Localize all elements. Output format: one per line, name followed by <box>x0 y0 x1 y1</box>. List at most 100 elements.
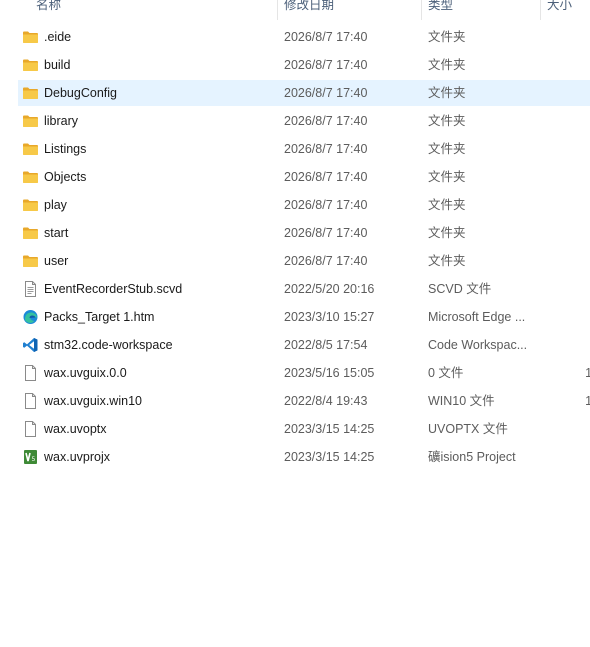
column-divider[interactable] <box>421 0 422 20</box>
blank-file-icon <box>22 365 39 381</box>
file-date-modified: 2022/8/5 17:54 <box>284 338 368 352</box>
file-date-modified: 2026/8/7 17:40 <box>284 30 368 44</box>
keil-project-icon: 5 <box>22 449 39 465</box>
file-name: build <box>44 58 71 72</box>
file-date-modified: 2026/8/7 17:40 <box>284 142 368 156</box>
svg-text:5: 5 <box>32 456 36 463</box>
file-size: 1 <box>546 276 590 302</box>
file-name: library <box>44 114 79 128</box>
folder-icon <box>22 85 39 101</box>
file-list-row[interactable]: Objects 2026/8/7 17:40 文件夹 <box>18 164 590 190</box>
file-date-modified: 2026/8/7 17:40 <box>284 170 368 184</box>
file-size <box>546 136 590 162</box>
file-date-modified: 2026/8/7 17:40 <box>284 198 368 212</box>
folder-icon <box>22 141 39 157</box>
file-list-row[interactable]: play 2026/8/7 17:40 文件夹 <box>18 192 590 218</box>
file-size: 179 <box>585 366 590 380</box>
file-size: 176 <box>585 394 590 408</box>
file-explorer: 名称 修改日期 类型 大小 .eide 2026/8/7 17:40 文件夹 buil… <box>0 0 590 647</box>
file-size <box>546 220 590 246</box>
file-list-row[interactable]: stm32.code-workspace 2022/8/5 17:54 Code W… <box>18 332 590 358</box>
blank-file-icon <box>22 421 39 437</box>
file-size: 10 <box>546 304 590 330</box>
file-date-modified: 2026/8/7 17:40 <box>284 226 368 240</box>
file-date-modified: 2023/3/15 14:25 <box>284 422 375 436</box>
file-list-row[interactable]: Packs_Target 1.htm 2023/3/10 15:27 Microso… <box>18 304 590 330</box>
column-header-bar: 名称 修改日期 类型 大小 <box>0 0 590 20</box>
file-name: wax.uvguix.0.0 <box>44 366 127 380</box>
file-date-modified: 2026/8/7 17:40 <box>284 86 368 100</box>
file-list-row[interactable]: wax.uvguix.win10 2022/8/4 19:43 WIN10 文件 17… <box>18 388 590 414</box>
edge-icon <box>22 309 39 325</box>
column-header-date[interactable]: 修改日期 <box>284 0 414 16</box>
file-date-modified: 2022/5/20 20:16 <box>284 282 375 296</box>
file-type: 文件夹 <box>428 226 466 240</box>
file-date-modified: 2023/3/15 14:25 <box>284 450 375 464</box>
file-list-row[interactable]: start 2026/8/7 17:40 文件夹 <box>18 220 590 246</box>
file-type: SCVD 文件 <box>428 282 492 296</box>
folder-icon <box>22 197 39 213</box>
file-date-modified: 2022/8/4 19:43 <box>284 394 368 408</box>
file-list-row[interactable]: DebugConfig 2026/8/7 17:40 文件夹 <box>18 80 590 106</box>
column-header-size[interactable]: 大小 <box>547 0 590 16</box>
file-list-row[interactable]: wax.uvoptx 2023/3/15 14:25 UVOPTX 文件 28 <box>18 416 590 442</box>
file-type: Microsoft Edge ... <box>428 310 526 324</box>
file-type: 文件夹 <box>428 114 466 128</box>
file-list-row[interactable]: EventRecorderStub.scvd 2022/5/20 20:16 SCV… <box>18 276 590 302</box>
file-list-row[interactable]: 5 wax.uvprojx 2023/3/15 14:25 礦ision5 Proje… <box>18 444 590 470</box>
file-name: user <box>44 254 69 268</box>
file-name: Listings <box>44 142 87 156</box>
file-size <box>546 164 590 190</box>
file-name: wax.uvoptx <box>44 422 107 436</box>
file-name: Objects <box>44 170 87 184</box>
file-name: start <box>44 226 69 240</box>
file-name: Packs_Target 1.htm <box>44 310 155 324</box>
vscode-icon <box>22 337 39 353</box>
column-divider[interactable] <box>540 0 541 20</box>
file-size <box>546 108 590 134</box>
folder-icon <box>22 29 39 45</box>
file-list-row[interactable]: build 2026/8/7 17:40 文件夹 <box>18 52 590 78</box>
file-size <box>546 24 590 50</box>
file-type: 礦ision5 Project <box>428 450 516 464</box>
file-name: wax.uvprojx <box>44 450 110 464</box>
file-list-row[interactable]: user 2026/8/7 17:40 文件夹 <box>18 248 590 274</box>
file-list-row[interactable]: wax.uvguix.0.0 2023/5/16 15:05 0 文件 179 <box>18 360 590 386</box>
file-type: 文件夹 <box>428 198 466 212</box>
column-divider[interactable] <box>277 0 278 20</box>
file-size: 23 <box>546 444 590 470</box>
file-type: 文件夹 <box>428 170 466 184</box>
file-list-row[interactable]: Listings 2026/8/7 17:40 文件夹 <box>18 136 590 162</box>
file-name: wax.uvguix.win10 <box>44 394 142 408</box>
file-date-modified: 2023/5/16 15:05 <box>284 366 375 380</box>
file-name: stm32.code-workspace <box>44 338 173 352</box>
file-list-row[interactable]: library 2026/8/7 17:40 文件夹 <box>18 108 590 134</box>
file-type: WIN10 文件 <box>428 394 495 408</box>
file-date-modified: 2023/3/10 15:27 <box>284 310 375 324</box>
file-type: 文件夹 <box>428 254 466 268</box>
file-list-row[interactable]: .eide 2026/8/7 17:40 文件夹 <box>18 24 590 50</box>
folder-icon <box>22 253 39 269</box>
folder-icon <box>22 57 39 73</box>
text-file-icon <box>22 281 39 297</box>
file-size <box>546 192 590 218</box>
file-type: 文件夹 <box>428 142 466 156</box>
file-name: play <box>44 198 67 212</box>
file-size <box>546 248 590 274</box>
file-size: 2 <box>546 332 590 358</box>
file-name: DebugConfig <box>44 86 117 100</box>
file-type: UVOPTX 文件 <box>428 422 508 436</box>
blank-file-icon <box>22 393 39 409</box>
column-header-type[interactable]: 类型 <box>428 0 538 16</box>
file-name: .eide <box>44 30 72 44</box>
file-date-modified: 2026/8/7 17:40 <box>284 114 368 128</box>
folder-icon <box>22 169 39 185</box>
file-size: 28 <box>546 416 590 442</box>
folder-icon <box>22 225 39 241</box>
file-name: EventRecorderStub.scvd <box>44 282 183 296</box>
file-size <box>546 52 590 78</box>
file-type: 文件夹 <box>428 58 466 72</box>
column-header-name[interactable]: 名称 <box>36 0 236 16</box>
folder-icon <box>22 113 39 129</box>
file-type: 0 文件 <box>428 366 464 380</box>
